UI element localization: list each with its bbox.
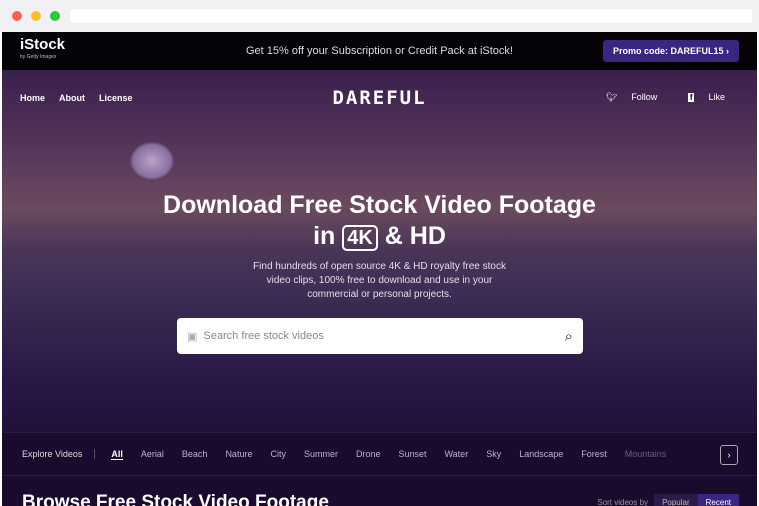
sort-controls: Sort videos by Popular Recent <box>597 494 739 506</box>
hero-description: Find hundreds of open source 4K & HD roy… <box>253 261 506 300</box>
category-all[interactable]: All <box>111 449 123 460</box>
minimize-window-dot[interactable] <box>31 11 41 21</box>
istock-logo[interactable]: iStock by Getty Images <box>20 37 65 64</box>
category-water[interactable]: Water <box>445 449 469 459</box>
category-aerial[interactable]: Aerial <box>141 449 164 459</box>
title-hd: & HD <box>384 222 446 250</box>
title-in: in <box>313 222 336 250</box>
explore-label: Explore Videos <box>22 449 96 459</box>
browse-title: Browse Free Stock Video Footage <box>22 492 329 506</box>
brand-logo[interactable]: DAREFUL <box>20 87 739 109</box>
promo-code-button[interactable]: Promo code: DAREFUL15 › <box>602 40 739 62</box>
search-input[interactable]: Search free stock videos <box>203 330 323 342</box>
category-nature[interactable]: Nature <box>225 449 252 459</box>
search-icon[interactable]: ⌕ <box>565 328 573 345</box>
search-box[interactable]: ▣ Search free stock videos ⌕ <box>177 318 583 354</box>
page: iStock by Getty Images Get 15% off your S… <box>2 32 757 506</box>
category-drone[interactable]: Drone <box>356 449 381 459</box>
address-bar[interactable] <box>70 9 752 23</box>
video-icon: ▣ <box>187 330 198 343</box>
category-mountains[interactable]: Mountains <box>625 449 667 459</box>
title-line-1: Download Free Stock Video Footage <box>163 191 596 219</box>
category-beach[interactable]: Beach <box>182 449 208 459</box>
category-sunset[interactable]: Sunset <box>398 449 426 459</box>
category-city[interactable]: City <box>270 449 286 459</box>
sort-recent-button[interactable]: Recent <box>697 494 739 506</box>
category-forest[interactable]: Forest <box>581 449 607 459</box>
category-landscape[interactable]: Landscape <box>519 449 563 459</box>
sun-image <box>130 142 174 180</box>
sort-popular-button[interactable]: Popular <box>654 494 698 506</box>
chevron-right-icon[interactable]: › <box>720 445 738 465</box>
main-nav: Home About License DAREFUL 🐦︎ Follow f Lik… <box>20 87 739 109</box>
category-summer[interactable]: Summer <box>304 449 338 459</box>
hero: Home About License DAREFUL 🐦︎ Follow f Lik… <box>2 70 757 432</box>
4k-badge: 4K <box>342 225 378 251</box>
category-sky[interactable]: Sky <box>486 449 501 459</box>
hero-title: Download Free Stock Video Footage in 4K &… <box>2 190 757 254</box>
browser-chrome <box>0 0 759 32</box>
promo-bar: iStock by Getty Images Get 15% off your S… <box>2 32 757 70</box>
maximize-window-dot[interactable] <box>50 11 60 21</box>
close-window-dot[interactable] <box>12 11 22 21</box>
sort-label: Sort videos by <box>597 498 649 506</box>
category-bar: Explore Videos All Aerial Beach Nature C… <box>2 432 757 476</box>
